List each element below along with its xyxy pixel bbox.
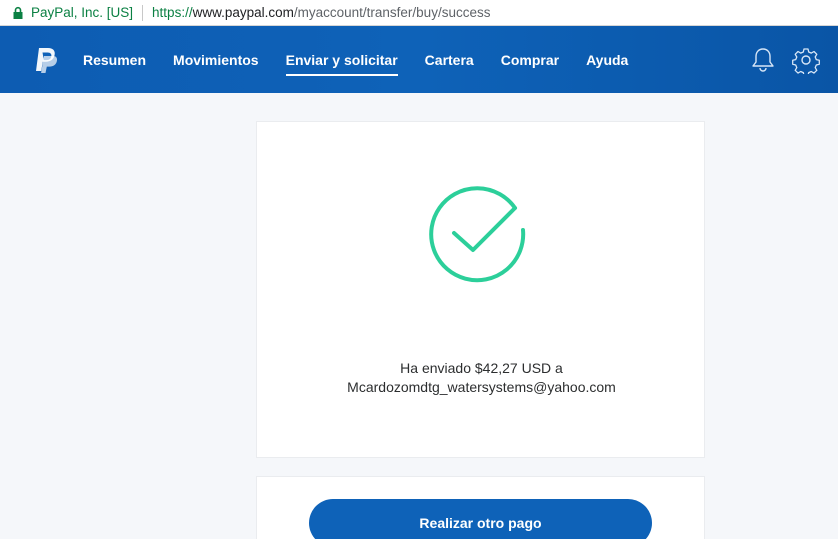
nav-resumen[interactable]: Resumen [83, 26, 146, 93]
nav-enviar-y-solicitar[interactable]: Enviar y solicitar [285, 26, 398, 93]
top-navigation-bar: Resumen Movimientos Enviar y solicitar C… [0, 26, 838, 93]
nav-ayuda[interactable]: Ayuda [586, 26, 628, 93]
browser-address-bar[interactable]: PayPal, Inc. [US] https://www.paypal.com… [0, 0, 838, 26]
nav-movimientos[interactable]: Movimientos [173, 26, 259, 93]
gear-icon[interactable] [792, 46, 820, 77]
site-identity[interactable]: PayPal, Inc. [US] [31, 5, 133, 20]
nav-cartera[interactable]: Cartera [425, 26, 474, 93]
check-circle-icon [429, 186, 529, 286]
address-separator [142, 4, 144, 21]
bell-icon[interactable] [750, 46, 776, 74]
url-text[interactable]: https://www.paypal.com/myaccount/transfe… [152, 5, 490, 20]
recipient-email: Mcardozomdtg_watersystems@yahoo.com [347, 379, 616, 395]
paypal-logo-icon[interactable] [33, 46, 59, 74]
lock-icon [11, 6, 25, 20]
success-card: Ha enviado $42,27 USD a Mcardozomdtg_wat… [256, 121, 705, 458]
make-another-payment-button[interactable]: Realizar otro pago [309, 499, 652, 539]
url-path: /myaccount/transfer/buy/success [293, 5, 491, 20]
action-card: Realizar otro pago [256, 476, 705, 539]
nav-comprar[interactable]: Comprar [501, 26, 559, 93]
url-host: www.paypal.com [192, 5, 294, 20]
success-message: Ha enviado $42,27 USD a [400, 360, 563, 376]
url-scheme: https:// [152, 5, 193, 20]
main-nav: Resumen Movimientos Enviar y solicitar C… [83, 26, 655, 93]
